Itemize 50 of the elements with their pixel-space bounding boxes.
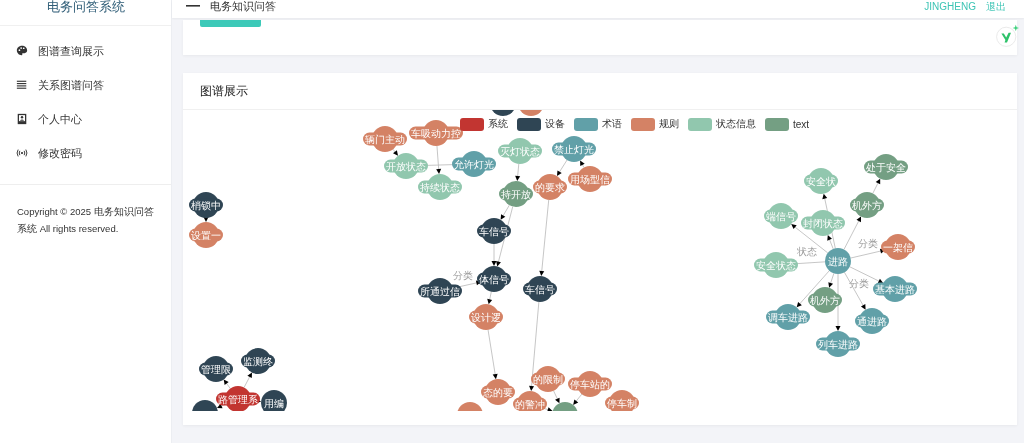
graph-edge <box>243 372 252 388</box>
legend-label[interactable]: 系统 <box>488 117 508 131</box>
sidebar-item[interactable]: 图谱查询展示 <box>0 34 171 68</box>
edge-label: 分类 <box>453 270 473 281</box>
menu-icon[interactable] <box>186 4 200 8</box>
legend-label[interactable]: 状态信息 <box>716 117 756 131</box>
graph-edge <box>580 160 585 168</box>
edge-label: 状态 <box>797 246 817 257</box>
graph-edge <box>553 390 560 404</box>
graph-edge <box>487 329 498 380</box>
graph-node[interactable] <box>552 402 578 411</box>
legend-swatch[interactable] <box>631 117 655 131</box>
sidebar-item[interactable]: 关系图谱问答 <box>0 68 171 102</box>
graph-node[interactable] <box>490 110 516 116</box>
legend-swatch[interactable] <box>460 117 484 131</box>
graph-node[interactable]: 用编 <box>261 390 287 411</box>
legend-swatch[interactable] <box>517 117 541 131</box>
graph-edge <box>872 178 881 194</box>
graph-edge <box>392 148 398 156</box>
palette-icon <box>16 45 28 57</box>
edge-label: 分类 <box>848 278 869 289</box>
legend-label[interactable]: 术语 <box>602 117 622 131</box>
leaf-badge-icon[interactable] <box>995 24 1019 48</box>
signal-icon <box>16 147 28 159</box>
user-link[interactable]: JINGHENG <box>924 0 976 13</box>
legend-swatch[interactable] <box>765 117 789 131</box>
graph-node[interactable] <box>457 402 483 411</box>
app-title: 电务问答系统 <box>0 0 171 26</box>
graph-edge <box>223 379 231 389</box>
sidebar-item[interactable]: 个人中心 <box>0 102 171 136</box>
graph-edge <box>573 393 583 405</box>
graph-node[interactable] <box>518 110 544 116</box>
graph-edge <box>487 291 493 305</box>
page-title: 电务知识问答 <box>210 0 276 13</box>
logout-link[interactable]: 退出 <box>986 0 1006 13</box>
legend-label[interactable]: 设备 <box>545 117 565 131</box>
copyright-text: Copyright © 2025 电务知识问答系统 All rights reserved. <box>16 205 155 236</box>
graph-edge <box>515 163 521 182</box>
card-title: 图谱展示 <box>200 82 248 100</box>
legend-label[interactable]: 规则 <box>659 117 679 131</box>
legend-swatch[interactable] <box>574 117 598 131</box>
graph-node[interactable]: 进路 <box>825 248 851 274</box>
legend-label[interactable]: text <box>793 118 810 130</box>
legend-swatch[interactable] <box>688 117 712 131</box>
graph-node[interactable] <box>192 400 218 411</box>
edge-label: 分类 <box>858 238 878 249</box>
contact-card-icon <box>16 113 28 125</box>
graph-edge <box>556 159 568 176</box>
list-icon <box>16 79 28 91</box>
sidebar-item[interactable]: 修改密码 <box>0 136 171 170</box>
